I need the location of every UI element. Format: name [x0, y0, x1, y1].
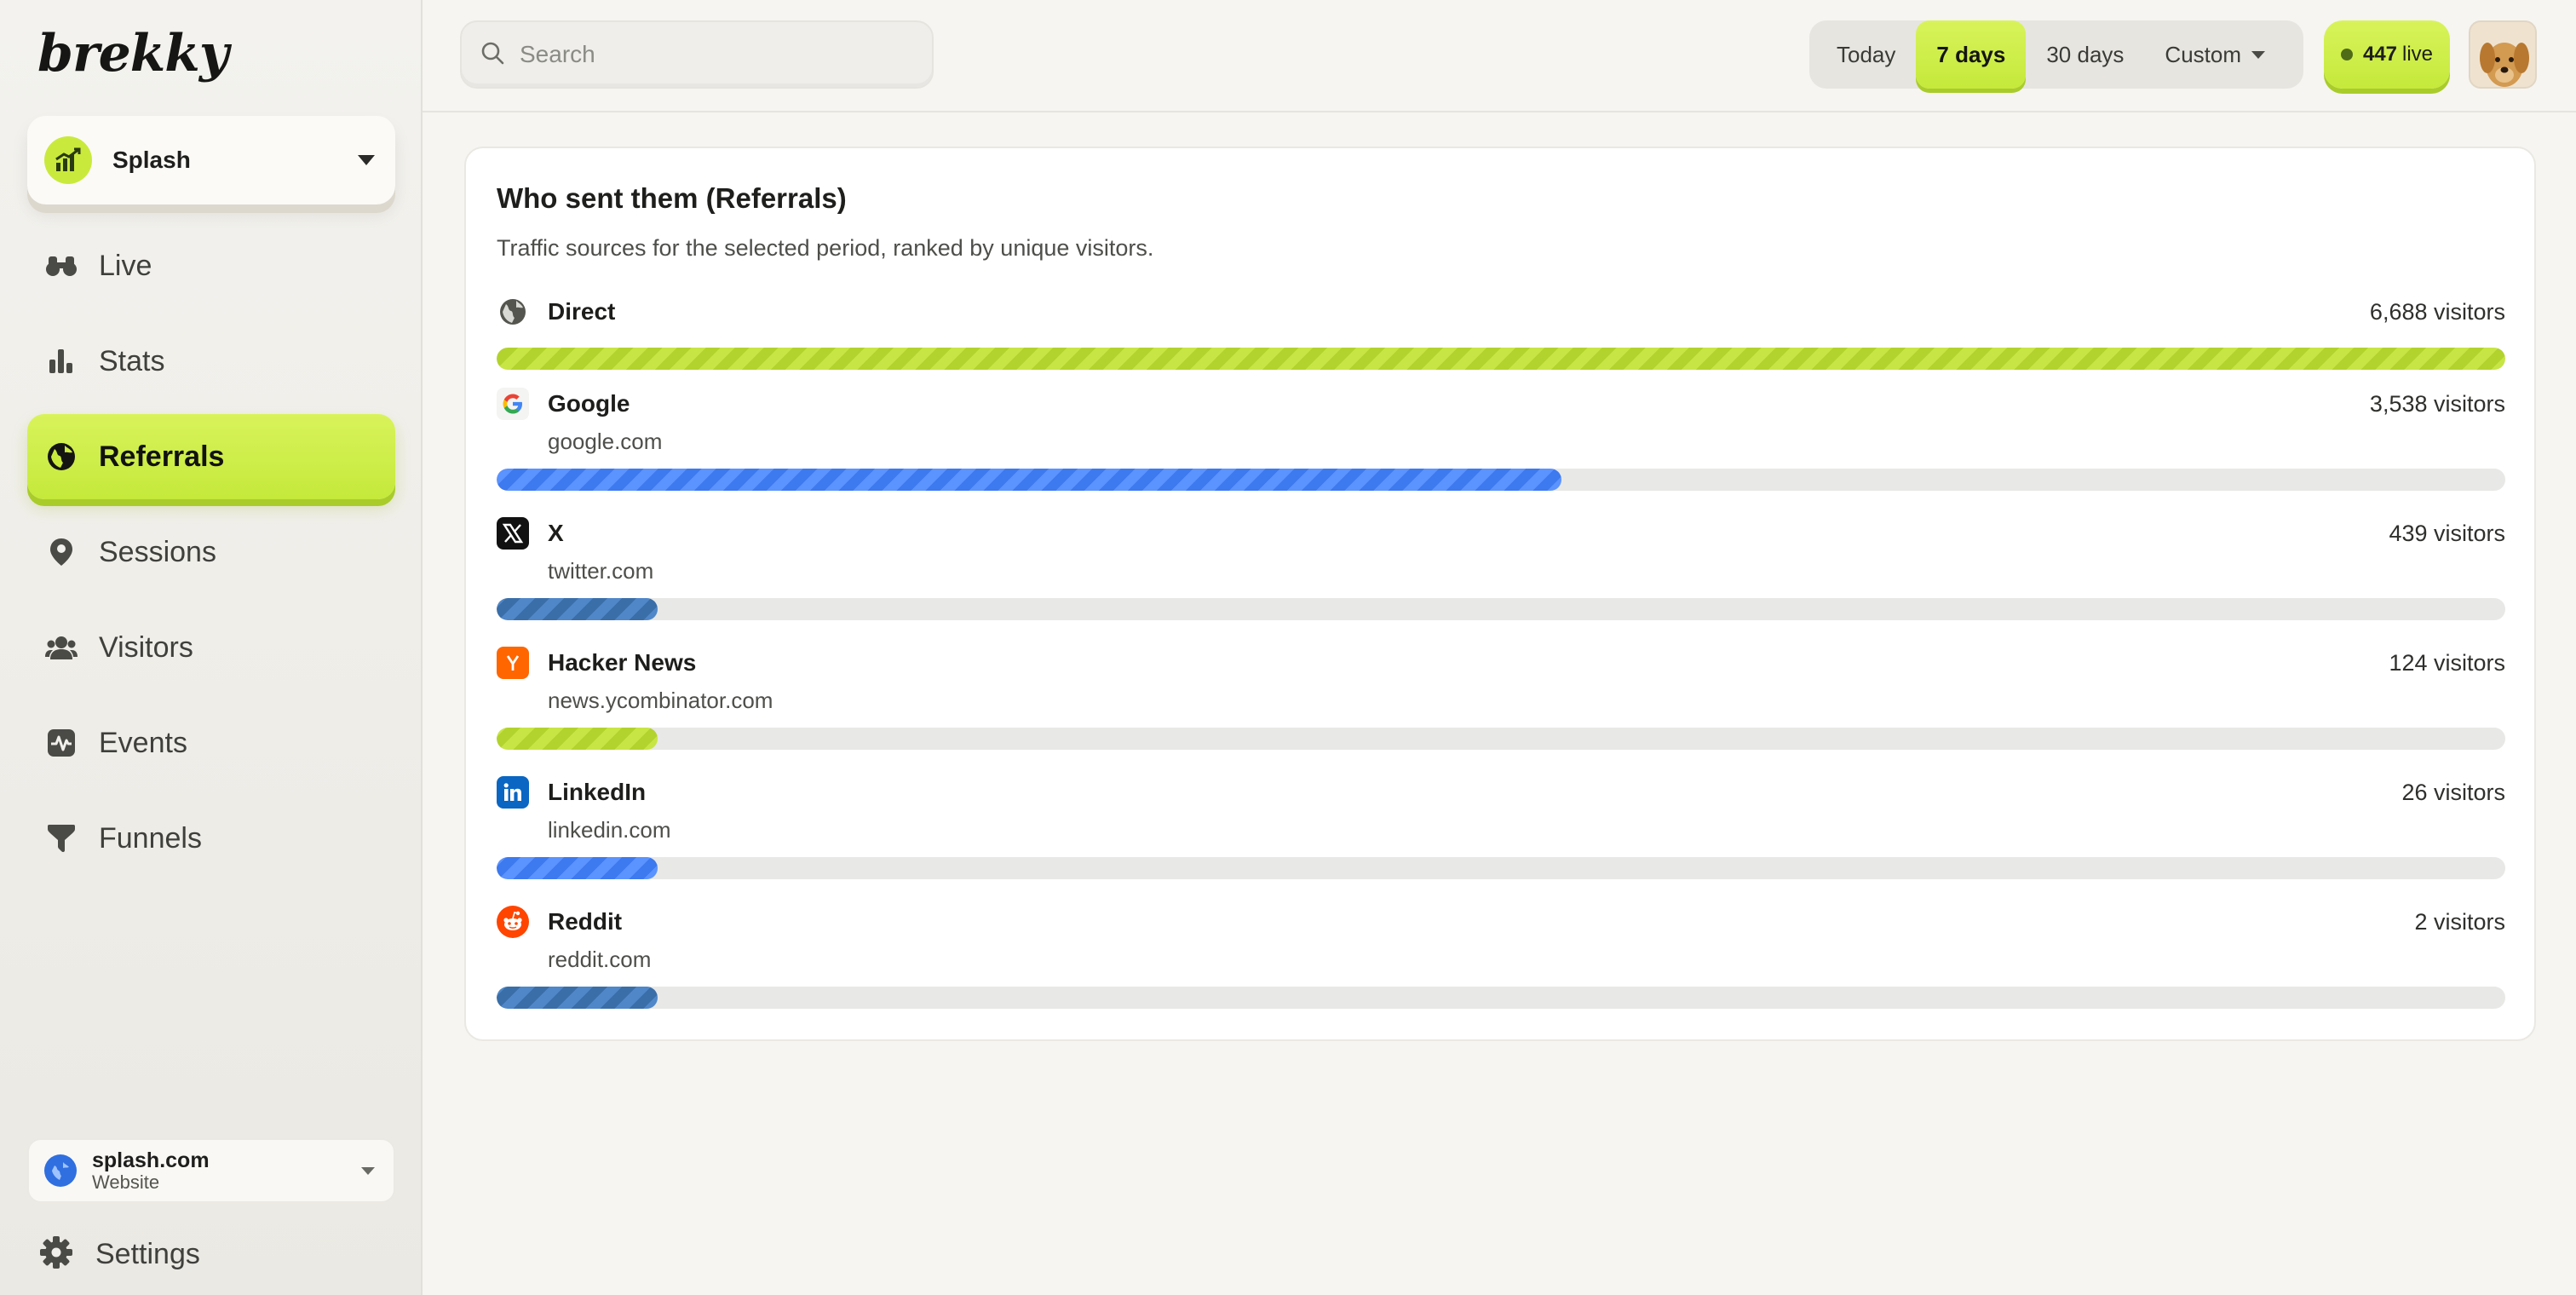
referral-row-linkedin[interactable]: LinkedIn 26 visitors linkedin.com — [497, 774, 2505, 879]
referral-bar-fill — [497, 598, 658, 620]
range-custom-button[interactable]: Custom — [2144, 20, 2286, 89]
hacker-news-icon — [497, 647, 529, 679]
referral-bar — [497, 987, 2505, 1009]
map-pin-icon — [44, 535, 78, 569]
referral-row-hacker-news[interactable]: Hacker News 124 visitors news.ycombinato… — [497, 644, 2505, 750]
nav-label: Sessions — [99, 535, 216, 568]
site-type: Website — [92, 1171, 160, 1193]
referral-domain: google.com — [548, 429, 663, 454]
referral-count: 124 visitors — [2389, 649, 2505, 676]
referral-row-reddit[interactable]: Reddit 2 visitors reddit.com — [497, 903, 2505, 1009]
nav-label: Stats — [99, 344, 165, 377]
top-bar: Today 7 days 30 days Custom 447 live — [423, 0, 2576, 112]
search-box[interactable] — [460, 20, 934, 89]
nav-item-visitors[interactable]: Visitors — [27, 605, 395, 690]
referral-name: Direct — [548, 298, 616, 325]
brand-logo[interactable]: brekky — [37, 24, 229, 83]
bar-chart-icon — [44, 344, 78, 378]
live-visitors-badge[interactable]: 447 live — [2324, 20, 2450, 89]
referral-count: 2 visitors — [2414, 908, 2505, 935]
site-favicon-icon — [44, 1154, 77, 1187]
nav-label: Events — [99, 726, 187, 759]
nav-item-funnels[interactable]: Funnels — [27, 796, 395, 881]
activity-icon — [44, 726, 78, 760]
referral-bar-fill — [497, 857, 658, 879]
referral-name: Hacker News — [548, 649, 697, 676]
chevron-down-icon — [2251, 50, 2265, 59]
nav-item-settings[interactable]: Settings — [39, 1227, 200, 1281]
date-range-selector: Today 7 days 30 days Custom — [1809, 20, 2303, 89]
referrals-card: Who sent them (Referrals) Traffic source… — [464, 147, 2536, 1041]
binoculars-icon — [44, 249, 78, 283]
referral-bar — [497, 857, 2505, 879]
referral-bar-fill — [497, 987, 658, 1009]
user-avatar[interactable] — [2469, 20, 2537, 89]
referral-name: X — [548, 520, 564, 546]
google-icon — [497, 388, 529, 420]
nav-item-stats[interactable]: Stats — [27, 319, 395, 404]
site-switcher[interactable]: splash.com Website — [27, 1138, 395, 1203]
nav-label: Referrals — [99, 440, 225, 473]
nav-item-referrals[interactable]: Referrals — [27, 414, 395, 499]
globe-icon — [44, 440, 78, 474]
x-icon — [497, 517, 529, 550]
referral-count: 26 visitors — [2401, 779, 2505, 805]
search-input[interactable] — [520, 41, 894, 68]
nav-label: Funnels — [99, 821, 202, 855]
referral-bar — [497, 728, 2505, 750]
referral-domain: reddit.com — [548, 947, 652, 972]
referral-bar — [497, 348, 2505, 370]
range-custom-label: Custom — [2165, 41, 2241, 67]
nav-item-sessions[interactable]: Sessions — [27, 509, 395, 595]
range-30-days-button[interactable]: 30 days — [2026, 20, 2144, 89]
referral-name: Google — [548, 390, 630, 417]
nav-label: Settings — [95, 1237, 200, 1270]
live-count: 447 — [2362, 43, 2398, 66]
range-7-days-button[interactable]: 7 days — [1916, 20, 2027, 89]
project-switcher[interactable]: Splash — [27, 116, 395, 204]
referral-bar-fill — [497, 348, 2505, 370]
funnel-icon — [44, 821, 78, 855]
project-logo-icon — [44, 136, 92, 184]
main-nav: Live Stats Referrals Sessions Visitors E… — [27, 223, 395, 891]
chevron-down-icon — [358, 155, 375, 165]
card-title: Who sent them (Referrals) — [497, 182, 847, 214]
project-name: Splash — [112, 147, 191, 173]
search-icon — [480, 41, 504, 69]
referral-domain: news.ycombinator.com — [548, 688, 773, 713]
reddit-icon — [497, 906, 529, 938]
referral-bar — [497, 598, 2505, 620]
referral-count: 6,688 visitors — [2369, 298, 2505, 325]
nav-item-events[interactable]: Events — [27, 700, 395, 786]
gear-icon — [39, 1235, 73, 1274]
live-label: live — [2402, 43, 2434, 66]
linkedin-icon — [497, 776, 529, 809]
nav-item-live[interactable]: Live — [27, 223, 395, 308]
range-today-button[interactable]: Today — [1816, 20, 1916, 89]
referral-count: 3,538 visitors — [2369, 390, 2505, 417]
chevron-down-icon — [361, 1166, 375, 1175]
referral-bar — [497, 469, 2505, 491]
referral-bar-fill — [497, 728, 658, 750]
sidebar: brekky Splash Live Stats Referrals Sessi… — [0, 0, 423, 1295]
referral-name: LinkedIn — [548, 779, 647, 805]
site-name: splash.com — [92, 1148, 210, 1173]
nav-label: Live — [99, 249, 152, 282]
referral-domain: twitter.com — [548, 558, 654, 584]
referral-name: Reddit — [548, 908, 623, 935]
referral-row-x[interactable]: X 439 visitors twitter.com — [497, 515, 2505, 620]
users-icon — [44, 630, 78, 665]
globe-icon — [497, 296, 529, 328]
live-dot-icon — [2340, 49, 2353, 60]
nav-label: Visitors — [99, 630, 193, 664]
referral-domain: linkedin.com — [548, 817, 671, 843]
referral-row-direct[interactable]: Direct 6,688 visitors — [497, 293, 2505, 370]
referral-count: 439 visitors — [2389, 520, 2505, 546]
card-subtitle: Traffic sources for the selected period,… — [497, 235, 1154, 261]
referral-bar-fill — [497, 469, 1561, 491]
site-info: splash.com Website — [92, 1148, 361, 1193]
referral-row-google[interactable]: Google 3,538 visitors google.com — [497, 385, 2505, 491]
dog-avatar-icon — [2470, 22, 2535, 87]
